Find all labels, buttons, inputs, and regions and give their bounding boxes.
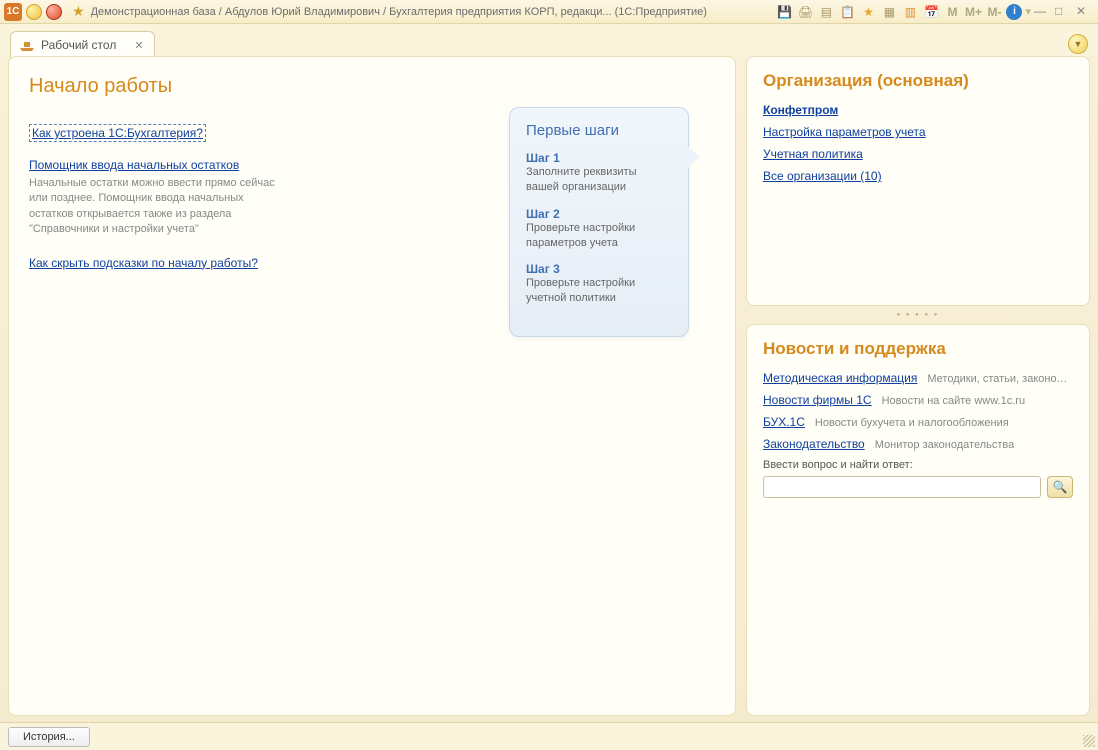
favorites-icon[interactable]: ★: [72, 3, 85, 20]
info-icon[interactable]: i: [1006, 4, 1022, 20]
memory-m-minus-icon[interactable]: M-: [985, 3, 1003, 21]
step-text: Проверьте настройки параметров учета: [526, 221, 672, 251]
calculator-icon[interactable]: ▥: [901, 3, 919, 21]
save-icon[interactable]: 💾: [775, 3, 793, 21]
minimize-icon[interactable]: —: [1034, 4, 1052, 20]
link-org-main[interactable]: Конфетпром: [763, 103, 1073, 117]
step-text: Заполните реквизиты вашей организации: [526, 165, 672, 195]
search-input[interactable]: [763, 476, 1041, 498]
titlebar: 1C ★ Демонстрационная база / Абдулов Юри…: [0, 0, 1098, 24]
news-desc: Новости бухучета и налогообложения: [815, 417, 1009, 429]
link-all-orgs[interactable]: Все организации (10): [763, 169, 1073, 183]
page-title: Начало работы: [29, 75, 715, 98]
right-column: Организация (основная) Конфетпром Настро…: [746, 56, 1090, 716]
step-3: Шаг 3 Проверьте настройки учетной полити…: [526, 262, 672, 306]
app-1c-icon: 1C: [4, 3, 22, 21]
panel-organization: Организация (основная) Конфетпром Настро…: [746, 56, 1090, 306]
step-label: Шаг 3: [526, 262, 672, 276]
link-news-law[interactable]: Законодательство: [763, 437, 865, 451]
news-row: Методическая информация Методики, статьи…: [763, 371, 1073, 385]
step-2: Шаг 2 Проверьте настройки параметров уче…: [526, 207, 672, 251]
link-hide-hints[interactable]: Как скрыть подсказки по началу работы?: [29, 256, 258, 270]
step-label: Шаг 2: [526, 207, 672, 221]
content: Начало работы Как устроена 1С:Бухгалтери…: [8, 56, 1090, 716]
window-title: Демонстрационная база / Абдулов Юрий Вла…: [91, 6, 776, 18]
link-balance-wizard[interactable]: Помощник ввода начальных остатков: [29, 158, 239, 172]
step-label: Шаг 1: [526, 151, 672, 165]
maximize-icon[interactable]: □: [1055, 4, 1073, 20]
calendar-icon[interactable]: 📅: [922, 3, 940, 21]
bottombar: История...: [0, 722, 1098, 750]
news-row: Новости фирмы 1С Новости на сайте www.1c…: [763, 393, 1073, 407]
tab-desktop[interactable]: Рабочий стол ✕: [10, 31, 155, 59]
tabs-dropdown-icon[interactable]: ▼: [1068, 34, 1088, 54]
search-label: Ввести вопрос и найти ответ:: [763, 459, 1073, 471]
org-panel-title: Организация (основная): [763, 71, 1073, 91]
step-1: Шаг 1 Заполните реквизиты вашей организа…: [526, 151, 672, 195]
panel-getting-started: Начало работы Как устроена 1С:Бухгалтери…: [8, 56, 736, 716]
link-news-buh[interactable]: БУХ.1С: [763, 415, 805, 429]
history-button[interactable]: История...: [8, 727, 90, 747]
news-desc: Методики, статьи, законодате...: [927, 373, 1073, 385]
resize-grip-icon[interactable]: [1083, 735, 1095, 747]
tab-label: Рабочий стол: [41, 38, 116, 52]
news-panel-title: Новости и поддержка: [763, 339, 1073, 359]
grid-icon[interactable]: ▦: [880, 3, 898, 21]
print-icon[interactable]: 🖨: [796, 3, 814, 21]
favorite-add-icon[interactable]: ★: [859, 3, 877, 21]
link-accounting-policy[interactable]: Учетная политика: [763, 147, 1073, 161]
bubble-title: Первые шаги: [526, 122, 672, 139]
memory-m-icon[interactable]: M: [943, 3, 961, 21]
doc-icon[interactable]: ▤: [817, 3, 835, 21]
nav-back-icon[interactable]: [26, 4, 42, 20]
news-row: БУХ.1С Новости бухучета и налогообложени…: [763, 415, 1073, 429]
search-icon: 🔍: [1053, 480, 1068, 494]
memory-m-plus-icon[interactable]: M+: [964, 3, 982, 21]
titlebar-tools: 💾 🖨 ▤ 📋 ★ ▦ ▥ 📅 M M+ M- i ▾ — □ ✕: [775, 3, 1094, 21]
step-text: Проверьте настройки учетной политики: [526, 276, 672, 306]
nav-stop-icon[interactable]: [46, 4, 62, 20]
link-accounting-params[interactable]: Настройка параметров учета: [763, 125, 1073, 139]
tab-close-icon[interactable]: ✕: [134, 39, 143, 52]
news-row: Законодательство Монитор законодательств…: [763, 437, 1073, 451]
news-desc: Монитор законодательства: [875, 439, 1014, 451]
panel-news-support: Новости и поддержка Методическая информа…: [746, 324, 1090, 716]
close-icon[interactable]: ✕: [1076, 4, 1094, 20]
panel-splitter[interactable]: ● ● ● ● ●: [746, 312, 1090, 318]
news-desc: Новости на сайте www.1c.ru: [882, 395, 1025, 407]
clipboard-icon[interactable]: 📋: [838, 3, 856, 21]
link-news-1c[interactable]: Новости фирмы 1С: [763, 393, 872, 407]
wizard-hint-text: Начальные остатки можно ввести прямо сей…: [29, 176, 289, 238]
desktop-tab-icon: [19, 37, 35, 53]
first-steps-bubble: Первые шаги Шаг 1 Заполните реквизиты ва…: [509, 107, 689, 337]
link-news-methodical[interactable]: Методическая информация: [763, 371, 917, 385]
tabbar: Рабочий стол ✕ ▼: [0, 24, 1098, 56]
link-how-it-works[interactable]: Как устроена 1С:Бухгалтерия?: [29, 124, 206, 142]
search-button[interactable]: 🔍: [1047, 476, 1073, 498]
